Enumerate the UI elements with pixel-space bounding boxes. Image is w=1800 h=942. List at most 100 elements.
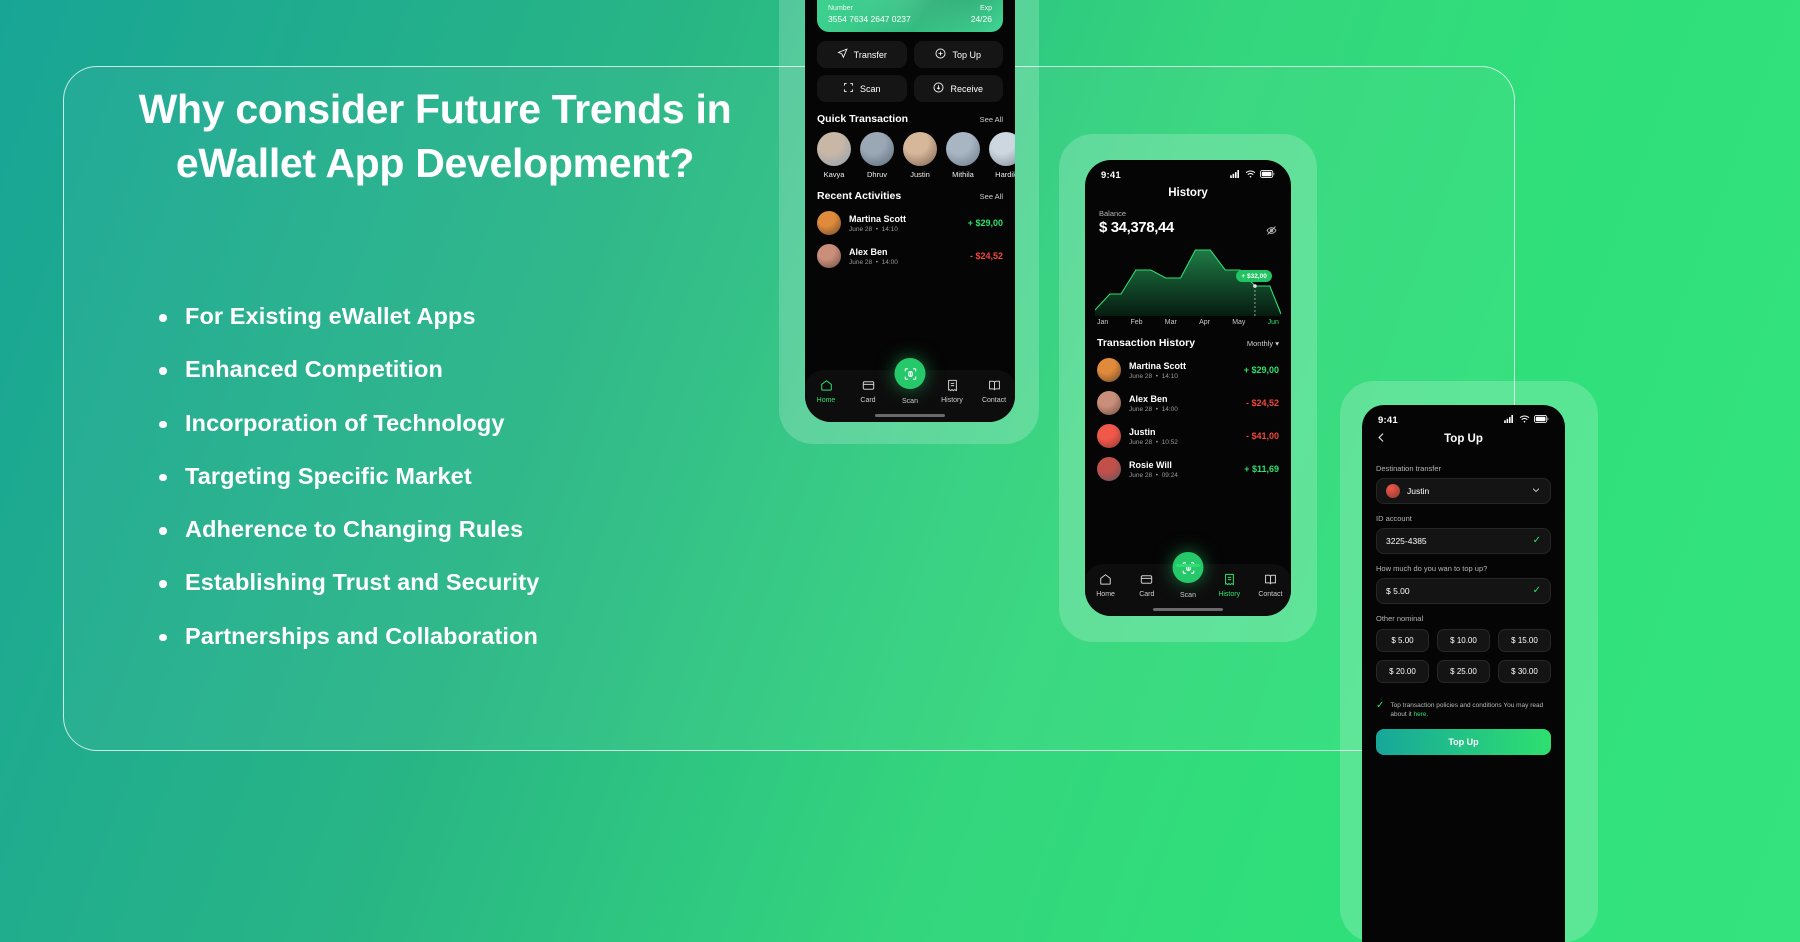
balance-amount: $ 34,378,44 [1099, 219, 1174, 236]
history-header: History [1085, 183, 1291, 207]
policy-link[interactable]: here. [1414, 711, 1429, 718]
transaction-meta: June 28 • 14:10 [849, 225, 898, 233]
receive-button[interactable]: Receive [913, 75, 1003, 102]
wifi-icon [1519, 415, 1530, 426]
history-title: History [1168, 187, 1208, 199]
history-balance: Balance $ 34,378,44 [1099, 209, 1277, 236]
transfer-label: Transfer [853, 49, 887, 60]
amount-input[interactable]: $ 5.00 ✓ [1376, 578, 1551, 604]
transaction-amount: - $24,52 [969, 251, 1003, 261]
transaction-name: Alex Ben [1129, 393, 1168, 404]
table-row[interactable]: Rosie Will June 28 • 09:24 + $11,69 [1097, 457, 1279, 481]
transaction-history-title: Transaction History [1097, 337, 1196, 349]
topup-label: Top Up [952, 49, 982, 60]
card-meta: Number 3554 7634 2647 0237 Exp 24/26 [828, 5, 992, 24]
table-row[interactable]: Martina Scott June 28 • 14:10 + $29,00 [817, 211, 1003, 235]
contact-item[interactable]: Mithila [946, 132, 980, 179]
topup-submit-button[interactable]: Top Up [1376, 728, 1551, 755]
tab-contact[interactable]: Contact [1250, 573, 1291, 598]
eye-off-icon[interactable] [1266, 223, 1277, 241]
home-icon [1085, 573, 1126, 588]
tab-card[interactable]: Card [847, 379, 889, 404]
phone-topup-screen: 9:41 Top Up Destination transfer Justin … [1362, 405, 1565, 942]
transaction-meta: June 28 • 14:00 [1129, 405, 1178, 413]
chart-tooltip: + $32,00 [1236, 270, 1272, 282]
id-account-label: ID account [1376, 514, 1412, 523]
transfer-button[interactable]: Transfer [817, 41, 907, 68]
nominal-button[interactable]: $ 20.00 [1376, 660, 1429, 683]
scan-button[interactable]: Scan [817, 75, 907, 102]
transaction-meta: June 28 • 14:00 [849, 258, 898, 266]
tab-scan[interactable]: Scan [889, 358, 931, 405]
nominal-button[interactable]: $ 25.00 [1437, 660, 1490, 683]
contact-name: Mithila [952, 170, 974, 179]
signal-icon [1504, 415, 1515, 426]
home-indicator [875, 414, 945, 417]
balance-card: Balance $ 34,378,44 Number 3554 7634 264… [817, 0, 1003, 32]
avatar [989, 132, 1015, 166]
recent-activities-list: Martina Scott June 28 • 14:10 + $29,00 A… [805, 211, 1015, 268]
list-item: Adherence to Changing Rules [150, 503, 539, 556]
avatar [860, 132, 894, 166]
nominal-button[interactable]: $ 10.00 [1437, 629, 1490, 652]
tab-home[interactable]: Home [1085, 573, 1126, 598]
quick-see-all-link[interactable]: See All [980, 115, 1003, 124]
list-item: Enhanced Competition [150, 343, 539, 396]
tab-history[interactable]: History [931, 379, 973, 404]
scan-icon[interactable] [894, 358, 926, 389]
month-tick: Jun [1267, 319, 1279, 326]
destination-value: Justin [1407, 486, 1430, 496]
nominal-button[interactable]: $ 15.00 [1498, 629, 1551, 652]
nominal-button[interactable]: $ 5.00 [1376, 629, 1429, 652]
chevron-down-icon: ▾ [1275, 339, 1279, 348]
tab-history[interactable]: History [1176, 564, 1250, 598]
phone-home-screen: Home Balance $ 34,378,44 Number 3554 763… [805, 0, 1015, 422]
home-icon [805, 379, 847, 394]
tab-home[interactable]: Home [805, 370, 922, 404]
destination-select[interactable]: Justin [1376, 478, 1551, 504]
contact-item[interactable]: Kavya [817, 132, 851, 179]
status-bar: 9:41 [1362, 405, 1565, 428]
avatar [817, 132, 851, 166]
contact-name: Kavya [823, 170, 845, 179]
amount-label: How much do you wan to top up? [1376, 564, 1488, 573]
quick-transaction-title: Quick Transaction [817, 113, 909, 125]
receipt-icon [1209, 573, 1250, 588]
avatar [817, 244, 841, 268]
history-filter-dropdown[interactable]: Monthly ▾ [1247, 339, 1279, 348]
tab-card[interactable]: Card [1126, 573, 1167, 598]
topup-button[interactable]: Top Up [913, 41, 1003, 68]
recent-activities-title: Recent Activities [817, 190, 902, 202]
status-time: 9:41 [1101, 170, 1121, 181]
table-row[interactable]: Alex Ben June 28 • 14:00 - $24,52 [1097, 391, 1279, 415]
transaction-name: Justin [1129, 426, 1156, 437]
contact-item[interactable]: Justin [903, 132, 937, 179]
recent-activities-header: Recent Activities See All [817, 190, 1003, 202]
list-item: Incorporation of Technology [150, 397, 539, 450]
tab-label: Scan [902, 398, 918, 405]
tab-scan[interactable]: Scan [1167, 552, 1208, 599]
table-row[interactable]: Justin June 28 • 10:52 - $41,00 [1097, 424, 1279, 448]
transaction-history-header: Transaction History Monthly ▾ [1097, 337, 1279, 349]
tab-label: Home [816, 397, 836, 404]
card-number-value: 3554 7634 2647 0237 [828, 14, 911, 24]
nominal-button[interactable]: $ 30.00 [1498, 660, 1551, 683]
scan-icon [843, 82, 854, 95]
month-tick: Jan [1097, 319, 1109, 326]
contact-item[interactable]: Hardik [989, 132, 1015, 179]
receipt-icon [931, 379, 973, 394]
contact-name: Dhruv [866, 170, 887, 179]
download-circle-icon [933, 82, 944, 95]
scan-icon[interactable] [1172, 552, 1204, 583]
tab-label: History [1218, 591, 1241, 598]
contact-item[interactable]: Dhruv [860, 132, 894, 179]
quick-transaction-header: Quick Transaction See All [817, 113, 1003, 125]
table-row[interactable]: Martina Scott June 28 • 14:10 + $29,00 [1097, 358, 1279, 382]
recent-see-all-link[interactable]: See All [980, 192, 1003, 201]
check-icon: ✓ [1532, 535, 1541, 546]
table-row[interactable]: Alex Ben June 28 • 14:00 - $24,52 [817, 244, 1003, 268]
id-account-input[interactable]: 3225-4385 ✓ [1376, 528, 1551, 554]
tab-contact[interactable]: Contact [973, 379, 1015, 404]
nominal-grid: $ 5.00 $ 10.00 $ 15.00 $ 20.00 $ 25.00 $ 30.0… [1376, 629, 1551, 683]
topup-header: Top Up [1362, 428, 1565, 454]
